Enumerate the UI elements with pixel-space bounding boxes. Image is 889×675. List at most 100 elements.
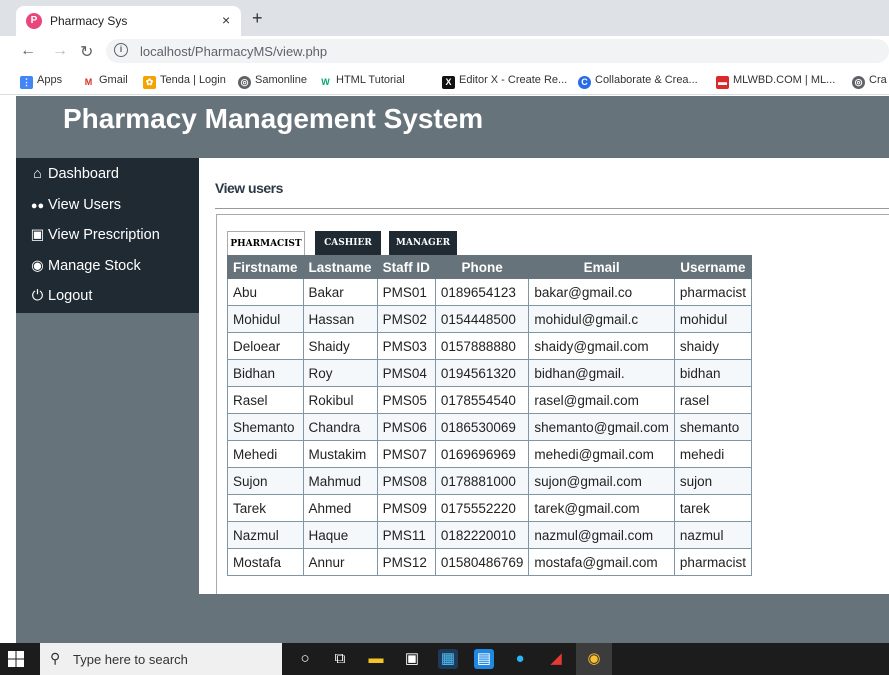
- tab-cashier[interactable]: CASHIER: [315, 231, 381, 255]
- bookmark-tenda[interactable]: ✿ Tenda | Login: [143, 74, 226, 89]
- taskbar-search-input[interactable]: ⚲ Type here to search: [40, 643, 282, 675]
- bookmark-editor-x[interactable]: X Editor X - Create Re...: [442, 74, 567, 89]
- column-header: Email: [528, 255, 675, 279]
- bookmark-collaborate[interactable]: C Collaborate & Crea...: [578, 74, 698, 89]
- table-cell: shemanto: [673, 413, 752, 441]
- table-row: Tarek Ahmed PMS09 0175552220 tarek@gmail.com…: [227, 494, 752, 522]
- sidebar-item-view-prescription[interactable]: ▣ View Prescription: [29, 227, 160, 243]
- table-cell: Mahmud: [302, 467, 378, 495]
- tab-manager[interactable]: MANAGER: [389, 231, 457, 255]
- column-header: Staff ID: [376, 255, 436, 279]
- mlwbd-icon: ▬: [716, 76, 729, 89]
- table-cell: PMS05: [376, 386, 436, 414]
- app-icon-2[interactable]: ◢: [546, 649, 566, 669]
- table-row: Bidhan Roy PMS04 0194561320 bidhan@gmail. bid…: [227, 359, 752, 387]
- sidebar-item-label: Manage Stock: [48, 258, 141, 274]
- sidebar-item-manage-stock[interactable]: ◉ Manage Stock: [29, 258, 141, 274]
- sidebar-item-logout[interactable]: ⏻ Logout: [29, 288, 93, 304]
- table-body: Abu Bakar PMS01 0189654123 bakar@gmail.co pha…: [227, 278, 752, 576]
- table-cell: bakar@gmail.co: [528, 278, 675, 306]
- main-panel: View users PHARMACIST CASHIER MANAGER Fi…: [199, 158, 889, 594]
- table-cell: 0189654123: [434, 278, 530, 306]
- table-cell: Roy: [302, 359, 378, 387]
- table-cell: rasel: [673, 386, 752, 414]
- table-cell: Sujon: [227, 467, 304, 495]
- table-cell: PMS04: [376, 359, 436, 387]
- browser-tab-bar: P Pharmacy Sys × +: [0, 0, 889, 36]
- sidebar-item-label: Dashboard: [48, 166, 119, 182]
- bookmark-samonline[interactable]: ◎ Samonline: [238, 74, 307, 89]
- bookmark-apps[interactable]: ⋮ Apps: [20, 74, 62, 89]
- table-row: Mostafa Annur PMS12 01580486769 mostafa@gmai…: [227, 548, 752, 576]
- bookmark-mlwbd[interactable]: ▬ MLWBD.COM | ML...: [716, 74, 835, 89]
- table-cell: PMS01: [376, 278, 436, 306]
- column-header: Phone: [434, 255, 530, 279]
- sidebar-item-view-users[interactable]: ●● View Users: [29, 197, 121, 213]
- tab-close-button[interactable]: ×: [222, 12, 230, 28]
- table-cell: PMS11: [376, 521, 436, 549]
- bookmark-html-tutorial[interactable]: W HTML Tutorial: [319, 74, 405, 89]
- forward-icon[interactable]: →: [52, 42, 68, 60]
- favicon-icon: P: [26, 13, 42, 29]
- table-row: Sujon Mahmud PMS08 0178881000 sujon@gmail.co…: [227, 467, 752, 495]
- table-cell: Rasel: [227, 386, 304, 414]
- column-header: Username: [673, 255, 752, 279]
- table-cell: PMS03: [376, 332, 436, 360]
- info-icon[interactable]: i: [114, 43, 128, 57]
- new-tab-button[interactable]: +: [252, 8, 263, 29]
- table-row: Abu Bakar PMS01 0189654123 bakar@gmail.co pha…: [227, 278, 752, 306]
- table-cell: PMS09: [376, 494, 436, 522]
- table-cell: Mostafa: [227, 548, 304, 576]
- table-cell: shaidy@gmail.com: [528, 332, 675, 360]
- table-cell: Hassan: [302, 305, 378, 333]
- table-cell: 0182220010: [434, 521, 530, 549]
- table-row: Mehedi Mustakim PMS07 0169696969 mehedi@gmai…: [227, 440, 752, 468]
- address-bar-row: ← → ↻ i localhost/PharmacyMS/view.php: [0, 36, 889, 66]
- table-cell: sujon: [673, 467, 752, 495]
- sidebar-item-dashboard[interactable]: ⌂ Dashboard: [29, 166, 119, 182]
- table-cell: PMS08: [376, 467, 436, 495]
- table-cell: Deloear: [227, 332, 304, 360]
- globe-icon: ◎: [852, 76, 865, 89]
- task-view-icon[interactable]: ⧉: [330, 649, 350, 669]
- table-cell: 0169696969: [434, 440, 530, 468]
- control-panel-icon[interactable]: ▤: [474, 649, 494, 669]
- table-cell: pharmacist: [673, 548, 752, 576]
- table-cell: Mehedi: [227, 440, 304, 468]
- table-cell: shaidy: [673, 332, 752, 360]
- table-cell: bidhan@gmail.: [528, 359, 675, 387]
- tab-title: Pharmacy Sys: [50, 14, 128, 28]
- table-row: Nazmul Haque PMS11 0182220010 nazmul@gmail.c…: [227, 521, 752, 549]
- table-cell: mohidul: [673, 305, 752, 333]
- table-cell: bidhan: [673, 359, 752, 387]
- cortana-icon[interactable]: ○: [295, 649, 315, 669]
- table-cell: pharmacist: [673, 278, 752, 306]
- browser-tab[interactable]: P Pharmacy Sys ×: [16, 6, 241, 36]
- windows-start-icon[interactable]: [7, 650, 25, 668]
- table-cell: Chandra: [302, 413, 378, 441]
- bookmark-gmail[interactable]: M Gmail: [82, 74, 128, 89]
- search-placeholder: Type here to search: [73, 652, 188, 667]
- table-cell: Nazmul: [227, 521, 304, 549]
- globe-icon: ◎: [238, 76, 251, 89]
- app-icon[interactable]: ▦: [438, 649, 458, 669]
- bookmark-cra[interactable]: ◎ Cra: [852, 74, 887, 89]
- sidebar-item-label: View Prescription: [48, 227, 160, 243]
- reload-icon[interactable]: ↻: [80, 42, 93, 62]
- chrome-icon[interactable]: ◉: [576, 643, 612, 675]
- tab-pharmacist[interactable]: PHARMACIST: [227, 231, 305, 255]
- prescription-icon: ▣: [30, 227, 45, 243]
- gmail-icon: M: [82, 76, 95, 89]
- table-cell: Rokibul: [302, 386, 378, 414]
- file-explorer-icon[interactable]: ▬: [366, 649, 386, 669]
- back-icon[interactable]: ←: [20, 42, 36, 60]
- firefox-icon[interactable]: ●: [510, 649, 530, 669]
- power-icon: ⏻: [31, 288, 44, 304]
- table-header-row: Firstname Lastname Staff ID Phone Email Usern…: [227, 255, 752, 279]
- tenda-icon: ✿: [143, 76, 156, 89]
- table-cell: 0194561320: [434, 359, 530, 387]
- url-input[interactable]: i localhost/PharmacyMS/view.php: [106, 39, 889, 63]
- taskbar: ⚲ Type here to search ○ ⧉ ▬ ▣ ▦ ▤ ● ◢ ◉: [0, 643, 889, 675]
- table-row: Deloear Shaidy PMS03 0157888880 shaidy@gmail…: [227, 332, 752, 360]
- store-icon[interactable]: ▣: [402, 649, 422, 669]
